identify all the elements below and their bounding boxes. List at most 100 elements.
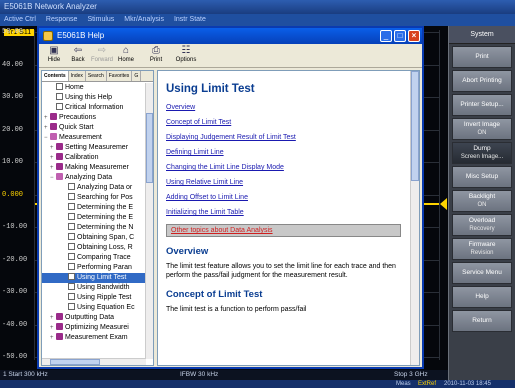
tree-item[interactable]: + Calibration [42, 153, 146, 163]
page-icon [68, 193, 75, 200]
content-scroll-thumb[interactable] [411, 71, 419, 181]
tab-contents[interactable]: Contents [42, 71, 69, 81]
topic-link[interactable]: Concept of Limit Test [166, 119, 401, 126]
tree-item[interactable]: Comparing Trace [42, 253, 146, 263]
softkey-abort-printing[interactable]: Abort Printing [452, 70, 512, 92]
hide-button[interactable]: ▣ Hide [43, 45, 65, 63]
content-vertical-scrollbar[interactable] [410, 71, 419, 365]
tree-item-label: Precautions [59, 114, 96, 121]
page-icon [68, 263, 75, 270]
tree-item-label: Searching for Pos [77, 194, 133, 201]
softkey-service-menu[interactable]: Service Menu [452, 262, 512, 284]
print-button[interactable]: ⎙ Print [145, 45, 167, 63]
topic-link[interactable]: Adding Offset to Limit Line [166, 194, 401, 201]
analyzer-menu-item[interactable]: Instr State [174, 16, 206, 23]
tree-item[interactable]: Using Equation Ec [42, 303, 146, 313]
topic-link[interactable]: Displaying Judgement Result of Limit Tes… [166, 134, 401, 141]
tab-search[interactable]: Search [86, 71, 107, 81]
tree-item[interactable]: − Measurement [42, 133, 146, 143]
tree-item-label: Using Limit Test [77, 274, 127, 281]
softkey-firmware[interactable]: Firmware Revision [452, 238, 512, 260]
softkey-overload[interactable]: Overload Recovery [452, 214, 512, 236]
home-icon: ⌂ [122, 45, 130, 56]
softkey-help[interactable]: Help [452, 286, 512, 308]
help-title-bar[interactable]: E5061B Help _ □ × [39, 28, 422, 44]
page-icon [68, 233, 75, 240]
close-button[interactable]: × [408, 30, 420, 42]
toolbar-label: Print [149, 57, 163, 63]
tree-item[interactable]: Determining the N [42, 223, 146, 233]
tree-item-label: Determining the E [77, 214, 134, 221]
options-button[interactable]: ☷ Options [175, 45, 197, 63]
softkey-printer-setup[interactable]: Printer Setup... [452, 94, 512, 116]
tree-item-label: Critical Information [65, 104, 124, 111]
y-tick-label: 50.00 [2, 28, 24, 36]
tree-item[interactable]: + Quick Start [42, 123, 146, 133]
topic-link[interactable]: Initializing the Limit Table [166, 209, 401, 216]
softkey-dump[interactable]: Dump Screen Image... [452, 142, 512, 164]
softkey-print[interactable]: Print [452, 46, 512, 68]
tree-item[interactable]: + Measurement Exam [42, 333, 146, 343]
toolbar-label: Options [175, 57, 197, 63]
tree-item[interactable]: − Analyzing Data [42, 173, 146, 183]
tree-item-label: Setting Measuremer [65, 144, 129, 151]
tree-item[interactable]: Obtaining Span, C [42, 233, 146, 243]
reference-marker[interactable] [440, 198, 447, 210]
tree-item[interactable]: Obtaining Loss, R [42, 243, 146, 253]
softkey-label: Service Menu [462, 269, 502, 276]
tree-item[interactable]: Determining the E [42, 203, 146, 213]
status-bar: Meas ExtRef 2010-11-03 18:45 [0, 380, 515, 388]
tree-item[interactable]: + Precautions [42, 113, 146, 123]
book-icon [56, 333, 63, 340]
tab-favorites[interactable]: Favorites [107, 71, 133, 81]
tree-item[interactable]: + Optimizing Measurei [42, 323, 146, 333]
tree-item[interactable]: Using this Help [42, 93, 146, 103]
book-icon [56, 173, 63, 180]
other-topics-link[interactable]: Other topics about Data Analysis [166, 224, 401, 237]
tree-item[interactable]: Critical Information [42, 103, 146, 113]
start-frequency: 1 Start 300 kHz [3, 371, 48, 378]
tab-g[interactable]: G [132, 71, 142, 81]
page-icon [68, 293, 75, 300]
page-icon [68, 203, 75, 210]
topic-link[interactable]: Overview [166, 104, 401, 111]
tree-item[interactable]: Home [42, 83, 146, 93]
book-icon [50, 133, 57, 140]
analyzer-menu-item[interactable]: Mkr/Analysis [124, 16, 164, 23]
tree-scroll-thumb[interactable] [146, 113, 153, 183]
softkey-misc-setup[interactable]: Misc Setup [452, 166, 512, 188]
analyzer-menu-item[interactable]: Response [46, 16, 78, 23]
tree-item[interactable]: Analyzing Data or [42, 183, 146, 193]
analyzer-menu-item[interactable]: Active Ctrl [4, 16, 36, 23]
forward-button[interactable]: ⇨ Forward [91, 45, 113, 63]
tree-item[interactable]: Using Bandwidth [42, 283, 146, 293]
back-button[interactable]: ⇦ Back [67, 45, 89, 63]
tree-hscroll-thumb[interactable] [50, 359, 100, 365]
topic-link[interactable]: Defining Limit Line [166, 149, 401, 156]
status-time: 2010-11-03 18:45 [444, 381, 491, 387]
tree-horizontal-scrollbar[interactable] [42, 358, 146, 365]
tree-item[interactable]: Determining the E [42, 213, 146, 223]
tree-item[interactable]: Performing Paran [42, 263, 146, 273]
help-window: E5061B Help _ □ × ▣ Hide ⇦ Back ⇨ Forward ⌂ Hom… [37, 26, 424, 369]
analyzer-menu-item[interactable]: Stimulus [87, 16, 114, 23]
tree-item[interactable]: Searching for Pos [42, 193, 146, 203]
tab-index[interactable]: Index [69, 71, 86, 81]
tree-item[interactable]: Using Limit Test [42, 273, 146, 283]
softkey-backlight[interactable]: Backlight ON [452, 190, 512, 212]
page-icon [68, 283, 75, 290]
minimize-button[interactable]: _ [380, 30, 392, 42]
tree-item[interactable]: + Making Measuremer [42, 163, 146, 173]
softkey-invert-image[interactable]: Invert Image ON [452, 118, 512, 140]
toolbar-label: Hide [47, 57, 61, 63]
tree-item[interactable]: + Setting Measuremer [42, 143, 146, 153]
tree-vertical-scrollbar[interactable] [145, 83, 153, 359]
page-icon [68, 243, 75, 250]
topic-link[interactable]: Using Relative Limit Line [166, 179, 401, 186]
tree-item[interactable]: + Outputting Data [42, 313, 146, 323]
maximize-button[interactable]: □ [394, 30, 406, 42]
softkey-return[interactable]: Return [452, 310, 512, 332]
topic-link[interactable]: Changing the Limit Line Display Mode [166, 164, 401, 171]
home-button[interactable]: ⌂ Home [115, 45, 137, 63]
tree-item[interactable]: Using Ripple Test [42, 293, 146, 303]
